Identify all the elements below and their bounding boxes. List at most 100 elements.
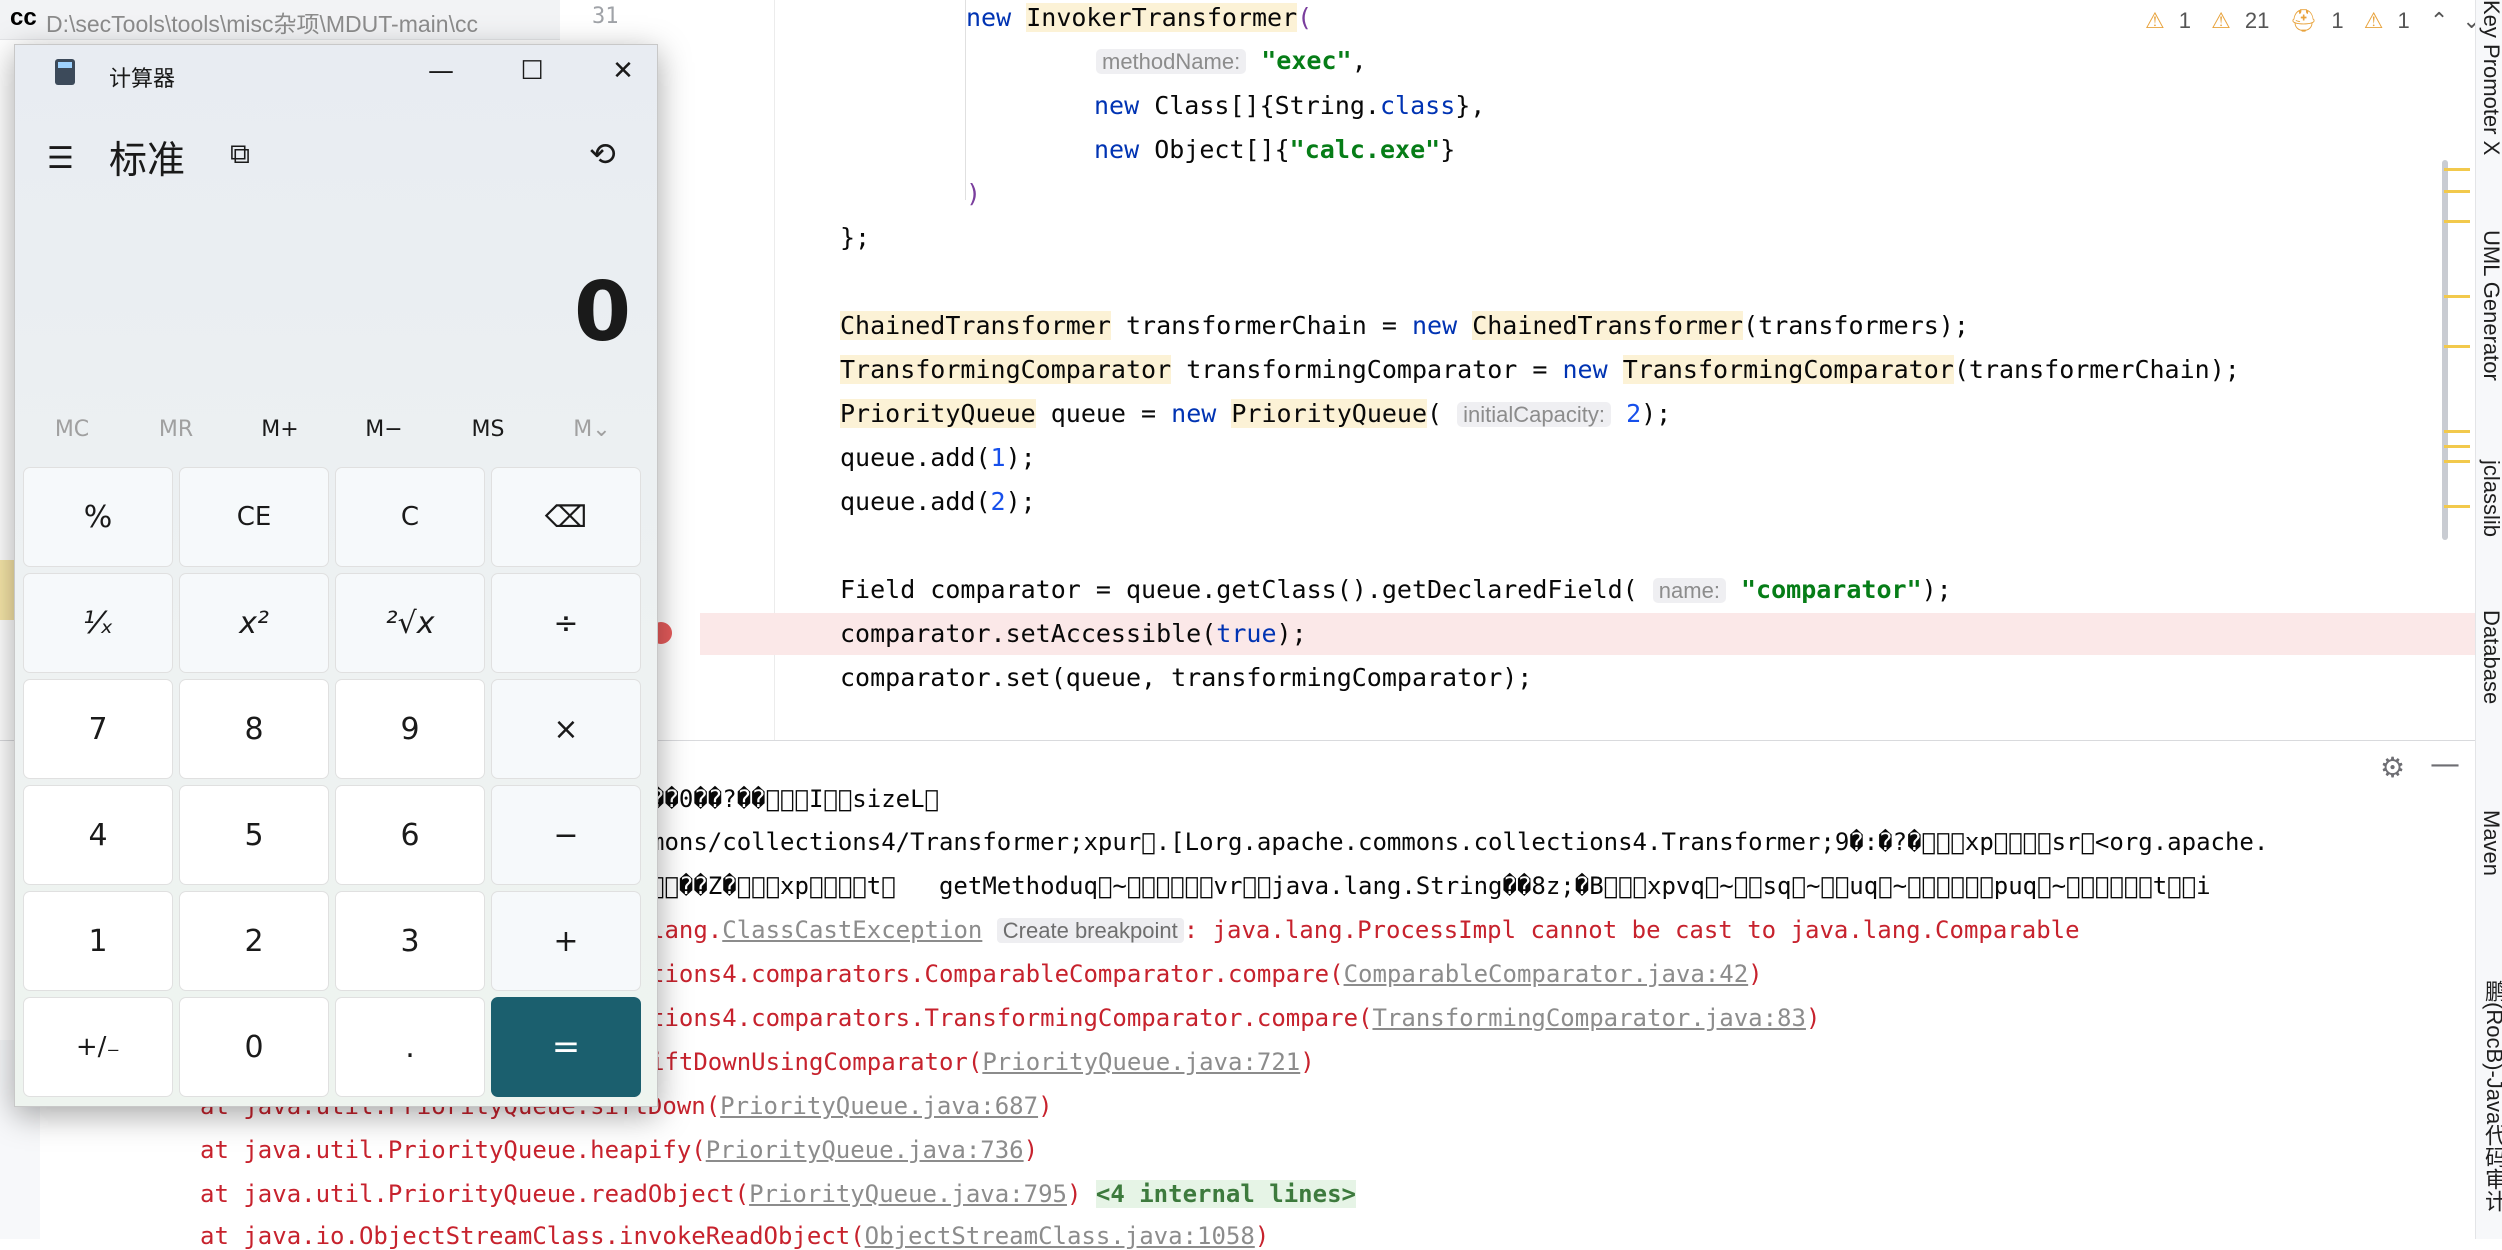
- multiply-button[interactable]: ×: [491, 679, 641, 779]
- warning-icon: ⚠: [2211, 8, 2231, 33]
- history-icon[interactable]: ⟲: [589, 135, 616, 173]
- clear-button[interactable]: C: [335, 467, 485, 567]
- chevron-up-icon[interactable]: ⌃: [2430, 8, 2448, 33]
- digit-0-button[interactable]: 0: [179, 997, 329, 1097]
- console-line: tions4.comparators.ComparableComparator.…: [650, 960, 1763, 988]
- reciprocal-button[interactable]: ¹⁄ₓ: [23, 573, 173, 673]
- equals-button[interactable]: =: [491, 997, 641, 1097]
- memory-clear-button[interactable]: MC: [20, 417, 124, 442]
- code-line[interactable]: Field comparator = queue.getClass().getD…: [840, 575, 1952, 606]
- info-icon: ⚠: [2363, 8, 2384, 33]
- digit-5-button[interactable]: 5: [179, 785, 329, 885]
- tool-maven[interactable]: Maven: [2478, 810, 2502, 876]
- calculator-app-icon: [55, 59, 75, 85]
- minimize-button[interactable]: —: [411, 51, 471, 91]
- param-hint: name:: [1652, 578, 1726, 603]
- calculator-window: 计算器 — ☐ ✕ ☰ 标准 ⧉ ⟲ 0 MC MR M+ M− MS M⌄ %…: [14, 44, 658, 1107]
- source-link[interactable]: PriorityQueue.java:687: [720, 1092, 1038, 1120]
- editor-scrollbar[interactable]: [2442, 160, 2448, 540]
- code-line[interactable]: new Object[]{"calc.exe"}: [1094, 135, 1455, 165]
- tool-code-audit[interactable]: 鹏(RocB)-Java代码审计: [2478, 980, 2502, 1212]
- info-count: 1: [2397, 8, 2410, 33]
- window-title: 计算器: [109, 67, 176, 92]
- code-line[interactable]: new Class[]{String.class},: [1094, 91, 1485, 121]
- tool-uml-generator[interactable]: UML Generator: [2478, 230, 2502, 381]
- code-line[interactable]: queue.add(2);: [840, 487, 1036, 517]
- typo-count: 1: [2331, 8, 2344, 33]
- digit-8-button[interactable]: 8: [179, 679, 329, 779]
- param-hint: initialCapacity:: [1457, 402, 1611, 427]
- param-hint: methodName:: [1096, 49, 1247, 74]
- memory-recall-button[interactable]: MR: [124, 417, 228, 442]
- maximize-button[interactable]: ☐: [502, 51, 562, 91]
- code-line[interactable]: ): [966, 179, 981, 209]
- source-link[interactable]: PriorityQueue.java:736: [706, 1136, 1024, 1164]
- console-line: mons/collections4/Transformer;xpur⃞.[Lor…: [650, 828, 2269, 856]
- divide-button[interactable]: ÷: [491, 573, 641, 673]
- backspace-button[interactable]: ⌫: [491, 467, 641, 567]
- console-line: iftDownUsingComparator(PriorityQueue.jav…: [650, 1048, 1315, 1076]
- project-titlebar: cc D:\secTools\tools\misc杂项\MDUT-main\cc: [0, 0, 560, 40]
- digit-9-button[interactable]: 9: [335, 679, 485, 779]
- code-line[interactable]: };: [840, 223, 870, 253]
- code-line[interactable]: ChainedTransformer transformerChain = ne…: [840, 311, 1969, 341]
- source-link[interactable]: PriorityQueue.java:795: [749, 1180, 1067, 1208]
- source-link[interactable]: ObjectStreamClass.java:1058: [865, 1222, 1255, 1250]
- folded-lines[interactable]: <4 internal lines>: [1095, 1180, 1356, 1208]
- percent-button[interactable]: %: [23, 467, 173, 567]
- project-name: cc: [10, 4, 37, 31]
- minus-button[interactable]: −: [491, 785, 641, 885]
- hamburger-menu-icon[interactable]: ☰: [47, 141, 74, 176]
- code-line[interactable]: methodName: "exec",: [1096, 46, 1367, 77]
- source-link[interactable]: PriorityQueue.java:721: [982, 1048, 1300, 1076]
- result-display: 0: [573, 265, 631, 360]
- tool-key-promoter[interactable]: Key Promoter X: [2478, 0, 2502, 155]
- inspections-widget[interactable]: ⚠ 1 ⚠ 21 ⛑ 1 ⚠ 1 ⌃ ⌄: [2145, 8, 2495, 34]
- line-number: 31: [592, 4, 619, 29]
- square-button[interactable]: x²: [179, 573, 329, 673]
- code-line[interactable]: new InvokerTransformer(: [966, 3, 1312, 33]
- digit-6-button[interactable]: 6: [335, 785, 485, 885]
- console-line: at java.util.PriorityQueue.heapify(Prior…: [200, 1136, 1039, 1164]
- decimal-button[interactable]: .: [335, 997, 485, 1097]
- sqrt-button[interactable]: ²√x: [335, 573, 485, 673]
- keep-on-top-icon[interactable]: ⧉: [230, 137, 250, 171]
- digit-1-button[interactable]: 1: [23, 891, 173, 991]
- memory-subtract-button[interactable]: M−: [332, 417, 436, 442]
- console-line: tions4.comparators.TransformingComparato…: [650, 1004, 1821, 1032]
- memory-list-button[interactable]: M⌄: [540, 417, 644, 442]
- minimize-icon[interactable]: —: [2430, 747, 2460, 782]
- warning-count: 21: [2244, 8, 2270, 33]
- memory-add-button[interactable]: M+: [228, 417, 332, 442]
- mode-title: 标准: [109, 138, 186, 182]
- weak-warning-icon: ⚠: [2145, 8, 2165, 33]
- code-line[interactable]: TransformingComparator transformingCompa…: [840, 355, 2240, 385]
- code-line[interactable]: comparator.setAccessible(true);: [840, 619, 1307, 649]
- clear-entry-button[interactable]: CE: [179, 467, 329, 567]
- memory-store-button[interactable]: MS: [436, 417, 540, 442]
- tool-database[interactable]: Database: [2478, 610, 2502, 704]
- console-line: ��0��?��⃞⃞⃞I⃞⃞sizeL⃞: [650, 785, 939, 813]
- console-line: lang.ClassCastException Create breakpoin…: [650, 916, 2080, 944]
- project-path: D:\secTools\tools\misc杂项\MDUT-main\cc: [46, 11, 478, 37]
- gear-icon[interactable]: ⚙: [2380, 751, 2405, 784]
- typo-icon: ⛑: [2289, 8, 2318, 33]
- digit-4-button[interactable]: 4: [23, 785, 173, 885]
- create-breakpoint-button[interactable]: Create breakpoint: [996, 918, 1184, 943]
- close-button[interactable]: ✕: [593, 51, 653, 91]
- source-link[interactable]: TransformingComparator.java:83: [1372, 1004, 1805, 1032]
- digit-7-button[interactable]: 7: [23, 679, 173, 779]
- plus-button[interactable]: +: [491, 891, 641, 991]
- console-line: at java.util.PriorityQueue.readObject(Pr…: [200, 1180, 1356, 1208]
- exception-link[interactable]: ClassCastException: [722, 916, 982, 944]
- weak-warning-count: 1: [2178, 8, 2191, 33]
- digit-3-button[interactable]: 3: [335, 891, 485, 991]
- negate-button[interactable]: +/₋: [23, 997, 173, 1097]
- tool-jclasslib[interactable]: jclasslib: [2478, 460, 2502, 537]
- code-line[interactable]: queue.add(1);: [840, 443, 1036, 473]
- code-line[interactable]: comparator.set(queue, transformingCompar…: [840, 663, 1532, 693]
- digit-2-button[interactable]: 2: [179, 891, 329, 991]
- code-line[interactable]: PriorityQueue queue = new PriorityQueue(…: [840, 399, 1671, 430]
- source-link[interactable]: ComparableComparator.java:42: [1344, 960, 1749, 988]
- console-line: ⃞⃞��Z�⃞⃞⃞xp⃞⃞⃞⃞t⃞ getMethoduq⃞~⃞⃞⃞⃞⃞⃞vr⃞…: [650, 872, 2211, 900]
